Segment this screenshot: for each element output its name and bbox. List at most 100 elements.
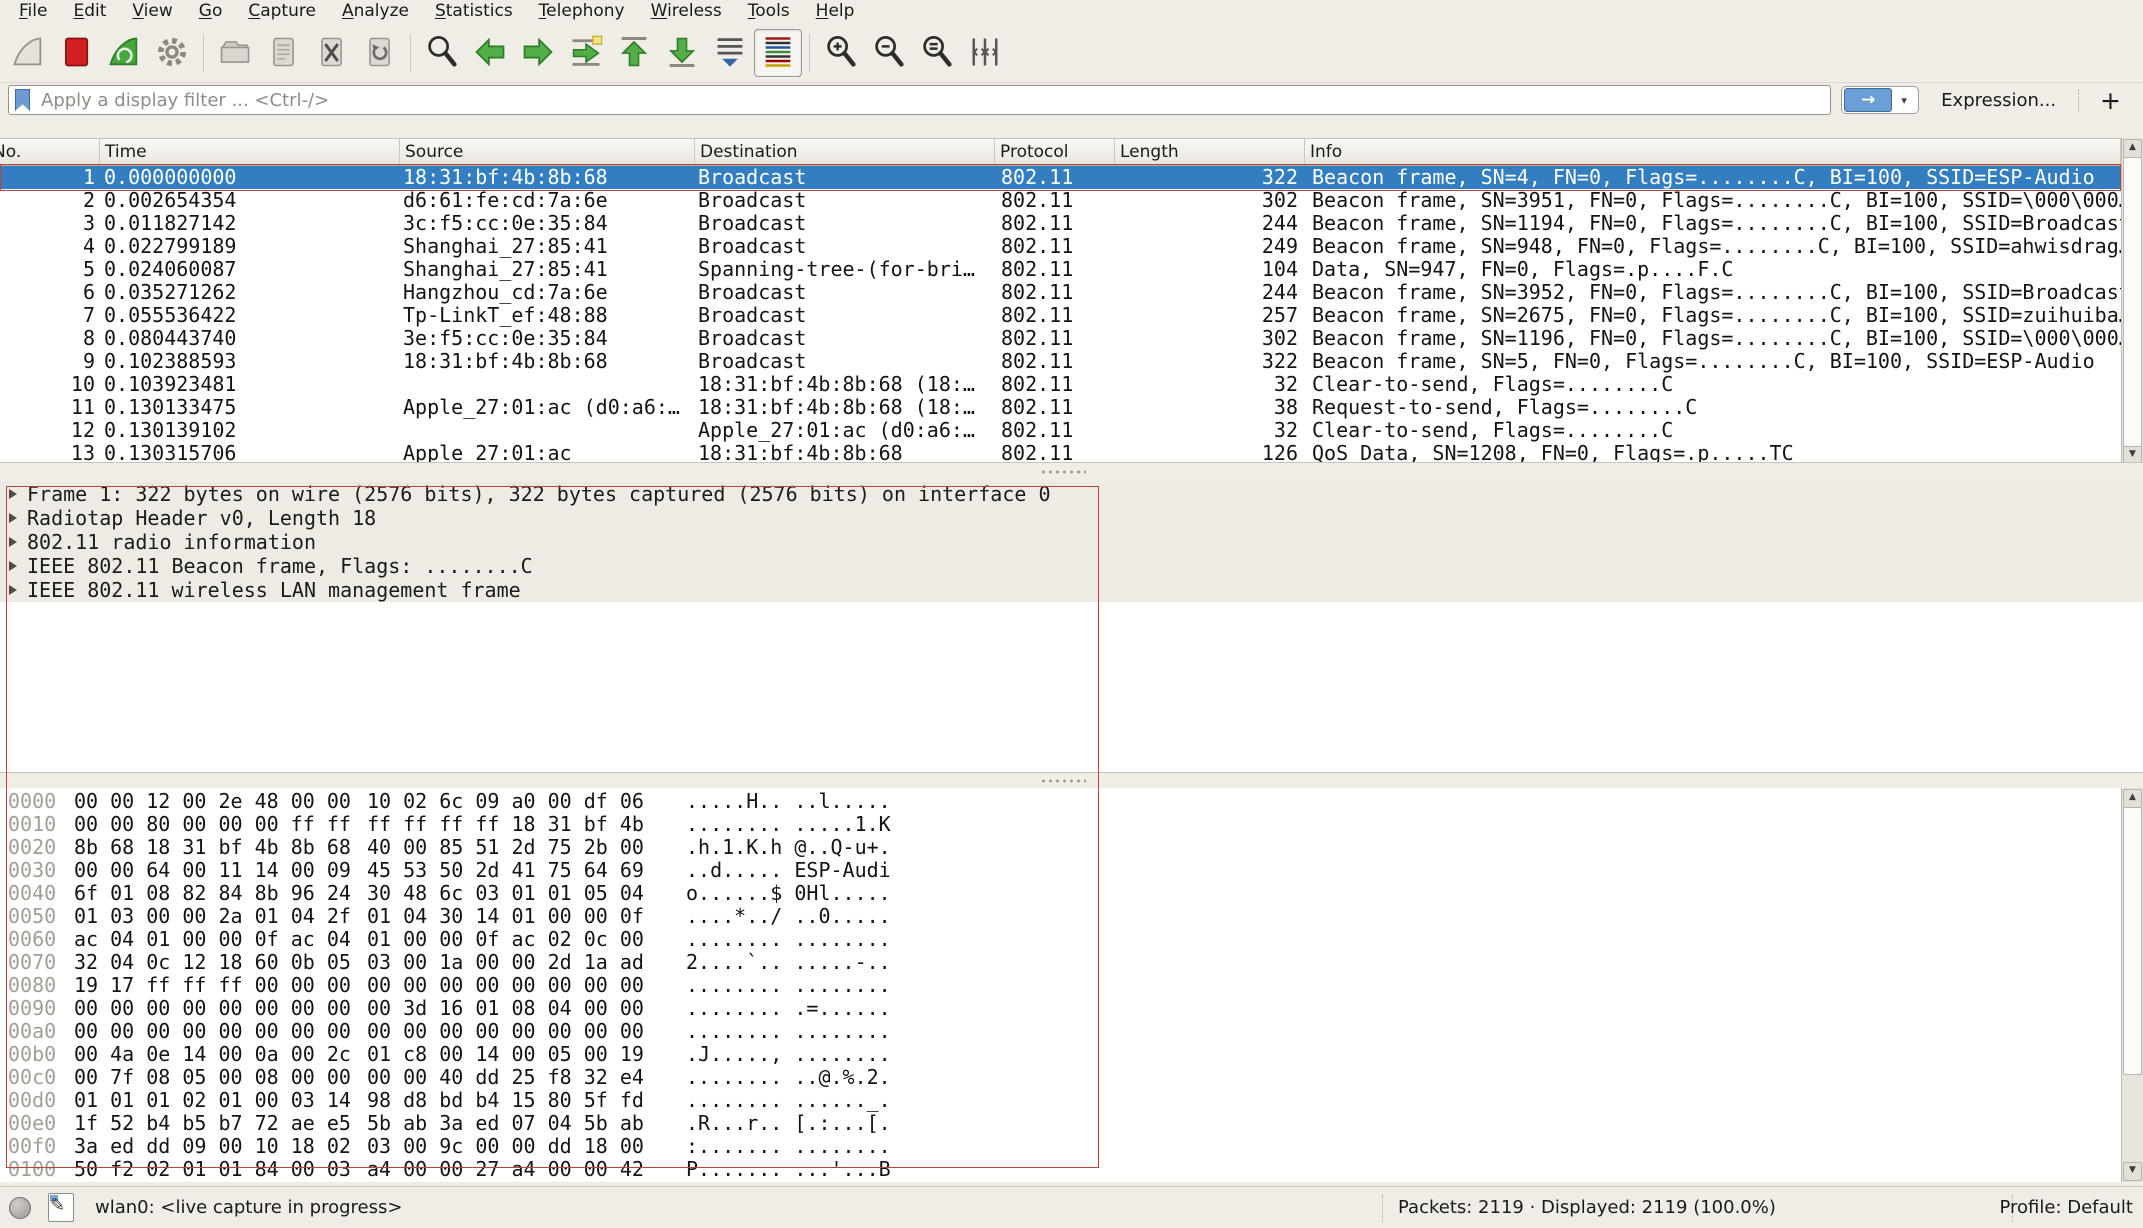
packet-row[interactable]: 1 0.000000000 18:31:bf:4b:8b:68 Broadcas… — [0, 166, 2121, 189]
find-packet-button[interactable] — [418, 29, 466, 77]
auto-scroll-button[interactable] — [706, 29, 754, 77]
column-header-protocol[interactable]: Protocol — [995, 139, 1115, 165]
menu-item[interactable]: Statistics — [422, 0, 526, 24]
scrollbar-thumb[interactable] — [2123, 807, 2142, 1075]
scrollbar-thumb[interactable] — [2123, 157, 2142, 447]
save-file-button[interactable] — [259, 29, 307, 77]
packet-row[interactable]: 3 0.011827142 3c:f5:cc:0e:35:84 Broadcas… — [0, 212, 2121, 235]
packet-row[interactable]: 8 0.080443740 3e:f5:cc:0e:35:84 Broadcas… — [0, 327, 2121, 350]
scroll-up-icon[interactable]: ▲ — [2123, 139, 2142, 158]
zoom-in-button[interactable] — [817, 29, 865, 77]
column-header-length[interactable]: Length — [1115, 139, 1305, 165]
filter-separator — [2078, 89, 2080, 111]
hex-row[interactable]: 00b0 00 4a 0e 14 00 0a 00 2c 01 c8 00 14… — [0, 1043, 2121, 1066]
hex-row[interactable]: 0030 00 00 64 00 11 14 00 09 45 53 50 2d… — [0, 859, 2121, 882]
menu-item[interactable]: Capture — [235, 0, 329, 24]
capture-options-button[interactable] — [148, 29, 196, 77]
column-header-info[interactable]: Info — [1305, 139, 2121, 165]
menu-item[interactable]: Edit — [60, 0, 119, 24]
menu-item[interactable]: Tools — [735, 0, 803, 24]
stop-capture-button[interactable] — [52, 29, 100, 77]
pane-splitter[interactable] — [0, 462, 2143, 481]
go-forward-button[interactable] — [514, 29, 562, 77]
packet-row[interactable]: 10 0.103923481 18:31:bf:4b:8b:68 (18:… 8… — [0, 373, 2121, 396]
hex-row[interactable]: 0080 19 17 ff ff ff 00 00 00 00 00 00 00… — [0, 974, 2121, 997]
packet-list-scrollbar[interactable]: ▲ ▼ — [2121, 138, 2143, 466]
hex-row[interactable]: 00f0 3a ed dd 09 00 10 18 02 03 00 9c 00… — [0, 1135, 2121, 1158]
filter-bar: → ▾ Expression... + — [0, 84, 2143, 116]
menu-item[interactable]: Analyze — [329, 0, 422, 24]
hex-row[interactable]: 0090 00 00 00 00 00 00 00 00 00 3d 16 01… — [0, 997, 2121, 1020]
go-last-packet-button[interactable] — [658, 29, 706, 77]
expand-arrow-icon[interactable] — [9, 585, 17, 595]
expand-arrow-icon[interactable] — [9, 489, 17, 499]
zoom-reset-button[interactable] — [913, 29, 961, 77]
menu-item[interactable]: File — [6, 0, 60, 24]
hex-row[interactable]: 00d0 01 01 01 02 01 00 03 14 98 d8 bd b4… — [0, 1089, 2121, 1112]
display-filter-input[interactable] — [39, 89, 1824, 112]
detail-row[interactable]: IEEE 802.11 Beacon frame, Flags: .......… — [0, 554, 2143, 578]
hex-row[interactable]: 0000 00 00 12 00 2e 48 00 00 10 02 6c 09… — [0, 790, 2121, 813]
hex-row[interactable]: 0020 8b 68 18 31 bf 4b 8b 68 40 00 85 51… — [0, 836, 2121, 859]
zoom-out-button[interactable] — [865, 29, 913, 77]
scroll-up-icon[interactable]: ▲ — [2123, 789, 2142, 808]
packet-row[interactable]: 6 0.035271262 Hangzhou_cd:7a:6e Broadcas… — [0, 281, 2121, 304]
expand-arrow-icon[interactable] — [9, 513, 17, 523]
hex-row[interactable]: 00a0 00 00 00 00 00 00 00 00 00 00 00 00… — [0, 1020, 2121, 1043]
packet-row[interactable]: 11 0.130133475 Apple_27:01:ac (d0:a6:… 1… — [0, 396, 2121, 419]
start-capture-button[interactable] — [4, 29, 52, 77]
hex-row[interactable]: 0010 00 00 80 00 00 00 ff ff ff ff ff ff… — [0, 813, 2121, 836]
hex-row[interactable]: 00c0 00 7f 08 05 00 08 00 00 00 00 40 dd… — [0, 1066, 2121, 1089]
hex-row[interactable]: 0040 6f 01 08 82 84 8b 96 24 30 48 6c 03… — [0, 882, 2121, 905]
filter-bookmark-icon[interactable] — [15, 89, 30, 111]
detail-row[interactable]: IEEE 802.11 wireless LAN management fram… — [0, 578, 2143, 602]
restart-capture-button[interactable] — [100, 29, 148, 77]
column-header-time[interactable]: Time — [100, 139, 400, 165]
menu-item[interactable]: Wireless — [638, 0, 735, 24]
apply-filter-button[interactable]: → — [1844, 88, 1892, 112]
go-back-button[interactable] — [466, 29, 514, 77]
menu-item[interactable]: View — [119, 0, 185, 24]
colorize-packets-button[interactable] — [754, 29, 802, 77]
status-bar: ✎ wlan0: <live capture in progress> Pack… — [0, 1186, 2143, 1228]
reload-file-button[interactable] — [355, 29, 403, 77]
hex-row[interactable]: 00e0 1f 52 b4 b5 b7 72 ae e5 5b ab 3a ed… — [0, 1112, 2121, 1135]
packet-row[interactable]: 5 0.024060087 Shanghai_27:85:41 Spanning… — [0, 258, 2121, 281]
menu-item[interactable]: Help — [803, 0, 868, 24]
hex-pane-scrollbar[interactable]: ▲ ▼ — [2121, 788, 2143, 1182]
column-header-source[interactable]: Source — [400, 139, 695, 165]
packet-row[interactable]: 13 0.130315706 Apple_27:01:ac 18:31:bf:4… — [0, 442, 2121, 462]
packet-row[interactable]: 4 0.022799189 Shanghai_27:85:41 Broadcas… — [0, 235, 2121, 258]
expert-info-icon[interactable] — [9, 1197, 31, 1219]
packet-row[interactable]: 2 0.002654354 d6:61:fe:cd:7a:6e Broadcas… — [0, 189, 2121, 212]
scroll-down-icon[interactable]: ▼ — [2123, 1162, 2142, 1181]
packet-row[interactable]: 7 0.055536422 Tp-LinkT_ef:48:88 Broadcas… — [0, 304, 2121, 327]
display-filter-field[interactable] — [8, 85, 1831, 115]
capture-comment-icon[interactable]: ✎ — [48, 1193, 74, 1222]
go-first-packet-button[interactable] — [610, 29, 658, 77]
add-filter-button[interactable]: + — [2090, 86, 2135, 115]
resize-columns-button[interactable] — [961, 29, 1009, 77]
detail-row[interactable]: Radiotap Header v0, Length 18 — [0, 506, 2143, 530]
hex-row[interactable]: 0070 32 04 0c 12 18 60 0b 05 03 00 1a 00… — [0, 951, 2121, 974]
expand-arrow-icon[interactable] — [9, 561, 17, 571]
detail-row[interactable]: Frame 1: 322 bytes on wire (2576 bits), … — [0, 482, 2143, 506]
filter-history-caret-icon[interactable]: ▾ — [1892, 94, 1916, 107]
hex-row[interactable]: 0100 50 f2 02 01 01 84 00 03 a4 00 00 27… — [0, 1158, 2121, 1181]
packet-row[interactable]: 12 0.130139102 Apple_27:01:ac (d0:a6:… 8… — [0, 419, 2121, 442]
profile-text[interactable]: Profile: Default — [1999, 1197, 2133, 1218]
hex-row[interactable]: 0050 01 03 00 00 2a 01 04 2f 01 04 30 14… — [0, 905, 2121, 928]
expression-button[interactable]: Expression... — [1929, 90, 2068, 111]
hex-row[interactable]: 0060 ac 04 01 00 00 0f ac 04 01 00 00 0f… — [0, 928, 2121, 951]
menu-item[interactable]: Telephony — [526, 0, 638, 24]
column-header-no[interactable]: No. — [0, 139, 100, 165]
open-file-button[interactable] — [211, 29, 259, 77]
expand-arrow-icon[interactable] — [9, 537, 17, 547]
detail-row[interactable]: 802.11 radio information — [0, 530, 2143, 554]
go-to-packet-button[interactable] — [562, 29, 610, 77]
menu-item[interactable]: Go — [186, 0, 236, 24]
packet-row[interactable]: 9 0.102388593 18:31:bf:4b:8b:68 Broadcas… — [0, 350, 2121, 373]
close-file-button[interactable] — [307, 29, 355, 77]
zoom-reset-icon — [919, 34, 955, 73]
column-header-destination[interactable]: Destination — [695, 139, 995, 165]
